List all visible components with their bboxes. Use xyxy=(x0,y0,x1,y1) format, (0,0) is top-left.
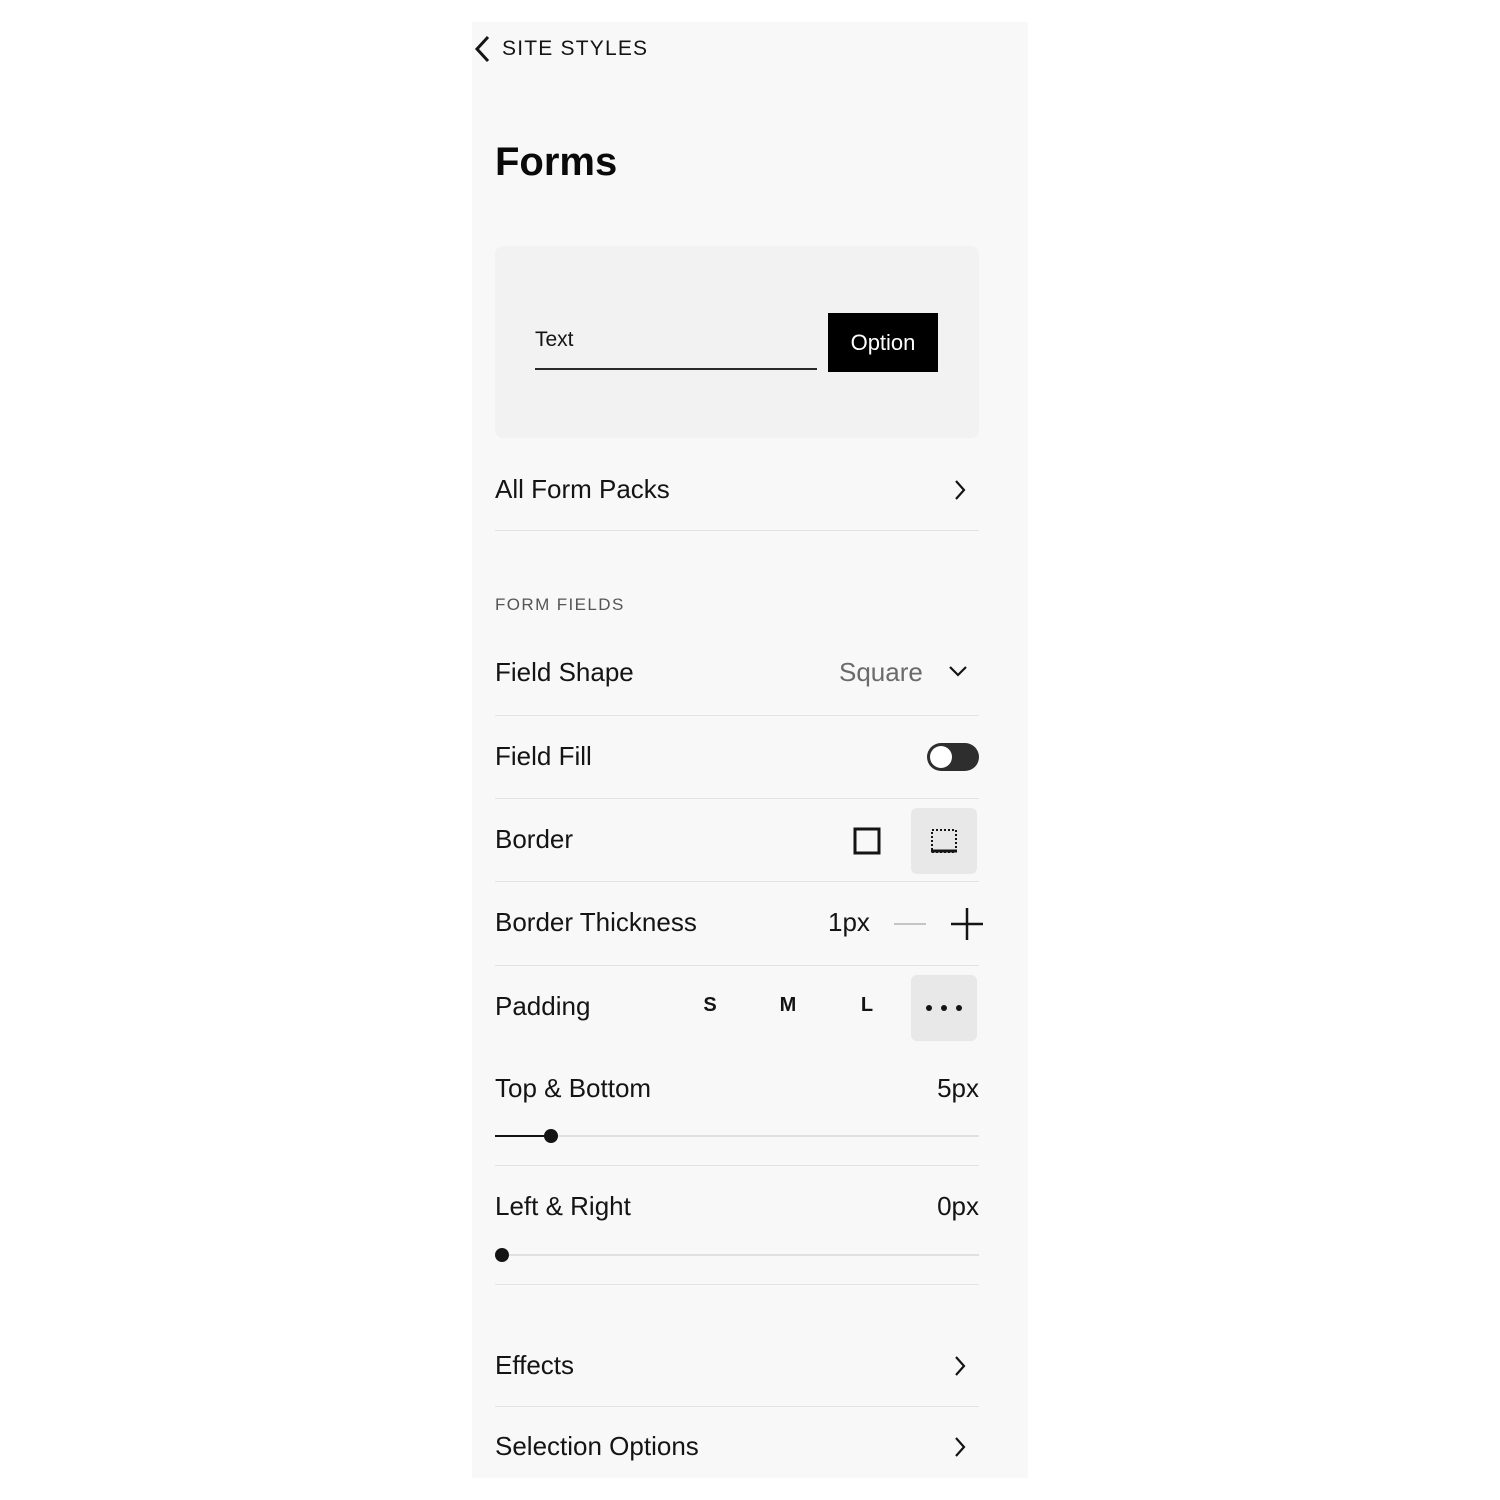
field-shape-label: Field Shape xyxy=(495,657,634,687)
field-fill-row: Field Fill xyxy=(495,716,979,799)
preview-option-button: Option xyxy=(828,313,938,372)
selection-options-row[interactable]: Selection Options xyxy=(495,1407,979,1478)
top-bottom-slider[interactable] xyxy=(495,1129,979,1143)
slider-handle[interactable] xyxy=(495,1248,509,1262)
padding-small-option[interactable]: S xyxy=(690,994,730,1017)
dotted-border-icon xyxy=(931,829,957,853)
solid-border-icon xyxy=(853,827,881,855)
form-fields-section-label: FORM FIELDS xyxy=(495,595,625,614)
field-shape-row[interactable]: Field Shape Square xyxy=(495,632,979,716)
top-bottom-row: Top & Bottom 5px xyxy=(495,1049,979,1166)
all-form-packs-row[interactable]: All Form Packs xyxy=(495,452,979,531)
chevron-right-icon xyxy=(955,1437,966,1457)
padding-medium-option[interactable]: M xyxy=(768,994,808,1017)
selection-options-label: Selection Options xyxy=(495,1431,699,1461)
border-solid-button[interactable] xyxy=(834,808,900,874)
preview-field-text: Text xyxy=(535,328,574,351)
field-fill-label: Field Fill xyxy=(495,741,592,771)
left-right-label: Left & Right xyxy=(495,1191,631,1221)
preview-text-field: Text xyxy=(535,314,817,370)
field-fill-toggle[interactable] xyxy=(927,743,979,771)
back-button[interactable]: SITE STYLES xyxy=(472,34,648,64)
chevron-left-icon xyxy=(474,35,490,63)
chevron-right-icon xyxy=(955,480,966,500)
border-thickness-row: Border Thickness 1px xyxy=(495,882,983,966)
effects-label: Effects xyxy=(495,1350,575,1380)
decrement-button[interactable] xyxy=(894,922,926,926)
left-right-row: Left & Right 0px xyxy=(495,1166,979,1285)
left-right-slider[interactable] xyxy=(495,1248,979,1262)
back-label: SITE STYLES xyxy=(502,37,649,60)
site-styles-panel: SITE STYLES Forms Text Option All Form P… xyxy=(472,22,1028,1478)
slider-fill xyxy=(495,1135,551,1137)
border-thickness-label: Border Thickness xyxy=(495,907,697,937)
padding-custom-button[interactable] xyxy=(911,975,977,1041)
form-preview: Text Option xyxy=(495,246,979,438)
padding-label: Padding xyxy=(495,991,591,1021)
top-bottom-value: 5px xyxy=(937,1073,979,1103)
border-label: Border xyxy=(495,824,574,854)
chevron-right-icon xyxy=(955,1356,966,1376)
slider-handle[interactable] xyxy=(543,1129,558,1143)
padding-row: Padding S M L xyxy=(495,966,979,1049)
chevron-down-icon xyxy=(949,666,967,677)
toggle-knob xyxy=(930,746,952,768)
left-right-value: 0px xyxy=(937,1191,979,1221)
more-dots-icon xyxy=(926,1005,962,1011)
border-dotted-button[interactable] xyxy=(911,808,977,874)
border-row: Border xyxy=(495,799,979,882)
all-form-packs-label: All Form Packs xyxy=(495,474,670,504)
page-title: Forms xyxy=(495,140,618,184)
effects-row[interactable]: Effects xyxy=(495,1326,979,1407)
top-bottom-label: Top & Bottom xyxy=(495,1073,652,1103)
increment-button[interactable] xyxy=(951,908,983,940)
border-thickness-value: 1px xyxy=(828,907,870,937)
field-shape-value[interactable]: Square xyxy=(839,657,923,688)
padding-large-option[interactable]: L xyxy=(847,994,887,1017)
